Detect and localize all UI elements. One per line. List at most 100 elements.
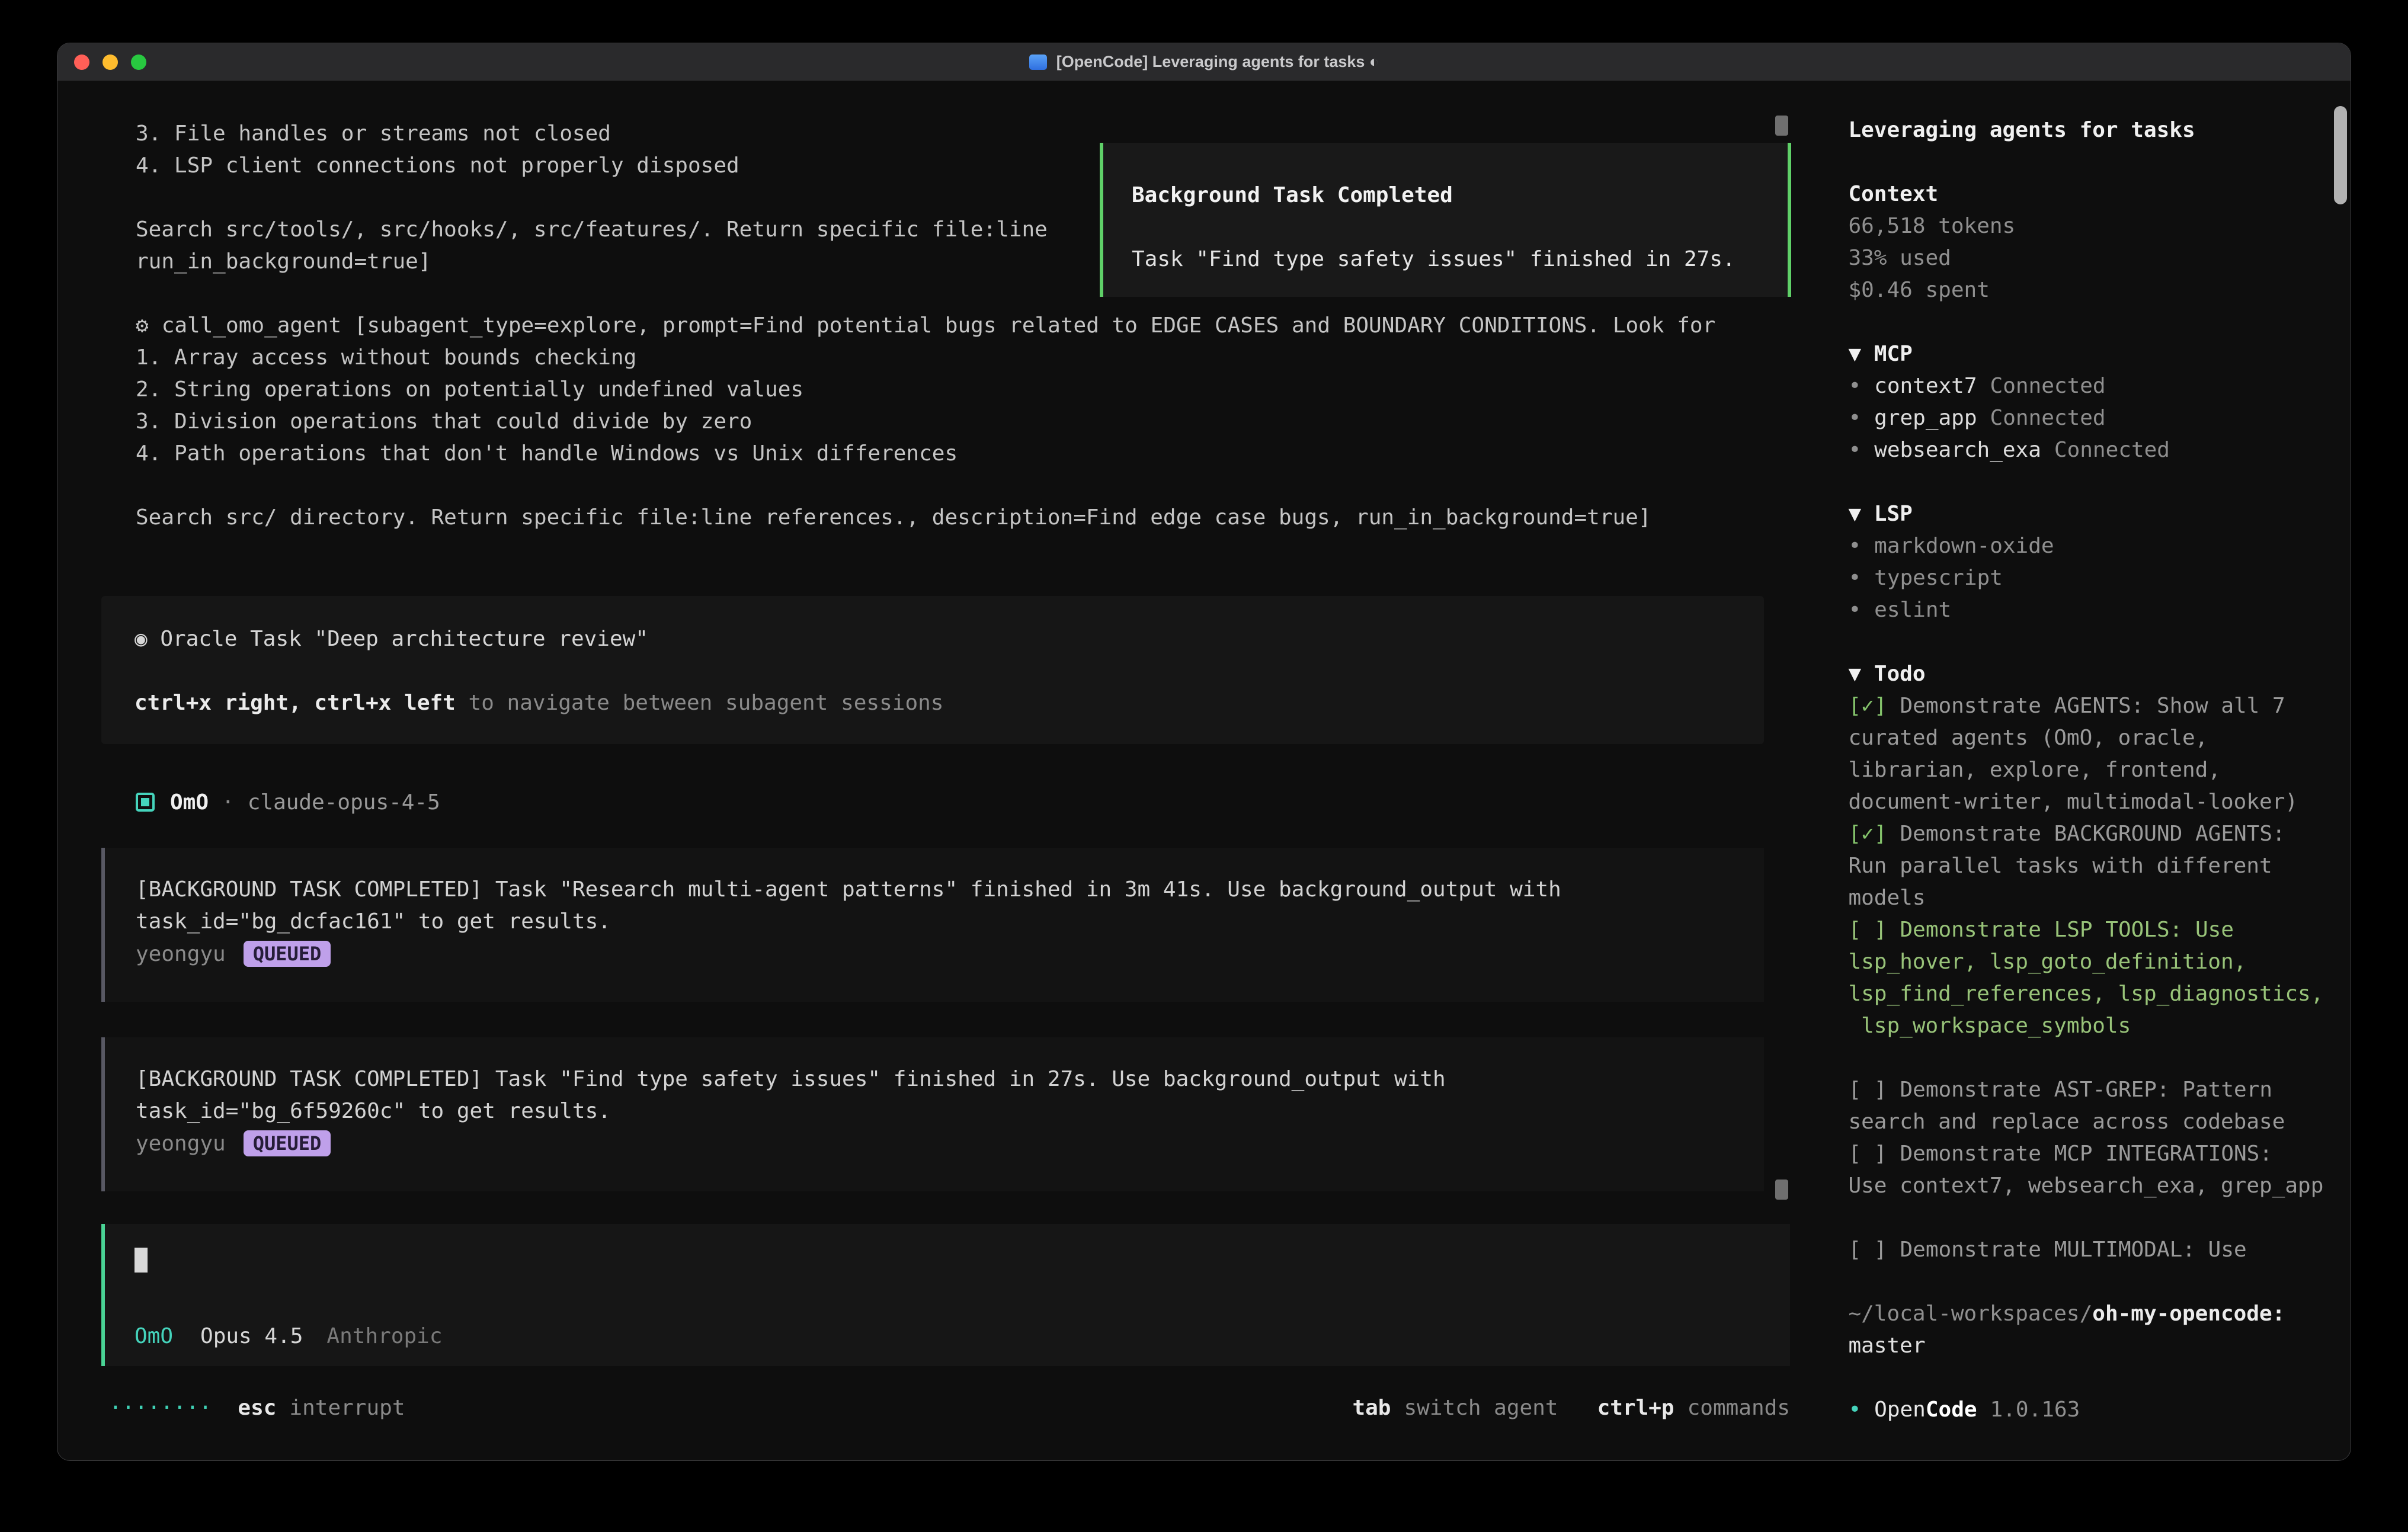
document-icon bbox=[1029, 55, 1047, 70]
statusbar-left: ········ esc interrupt bbox=[109, 1396, 405, 1420]
oracle-title-line: ◉ Oracle Task "Deep architecture review" bbox=[135, 623, 1764, 655]
text-cursor bbox=[135, 1248, 148, 1273]
terminal-main[interactable]: 3. File handles or streams not closed 4.… bbox=[57, 81, 1810, 1461]
todo-checkbox-empty: [ ] bbox=[1848, 1078, 1887, 1102]
oracle-task-panel[interactable]: ◉ Oracle Task "Deep architecture review"… bbox=[101, 596, 1764, 744]
mcp-section-header[interactable]: ▼ MCP bbox=[1848, 338, 2351, 370]
ctrlp-key-hint: ctrl+p bbox=[1597, 1396, 1674, 1420]
git-branch: master bbox=[1848, 1330, 2351, 1362]
spacer-line bbox=[1848, 1042, 2351, 1074]
window-title: [OpenCode] Leveraging agents for tasks ◐ bbox=[1056, 53, 1379, 71]
agent-separator: · bbox=[222, 790, 235, 815]
todo-checkbox-empty: [ ] bbox=[1848, 918, 1887, 942]
message-line: [BACKGROUND TASK COMPLETED] Task "Find t… bbox=[136, 1063, 1764, 1095]
todo-item-wrap: lsp_hover, lsp_goto_definition, bbox=[1848, 946, 2351, 978]
spacer-line bbox=[1848, 1266, 2351, 1298]
todo-item-wrap: document-writer, multimodal-looker) bbox=[1848, 786, 2351, 818]
sidebar: Leveraging agents for tasks Context 66,5… bbox=[1810, 81, 2351, 1461]
statusbar-right: tab switch agent ctrl+p commands bbox=[1352, 1396, 1790, 1420]
context-used: 33% used bbox=[1848, 242, 2351, 274]
bullet-icon: • bbox=[1848, 566, 1861, 590]
agent-header: OmO · claude-opus-4-5 bbox=[136, 786, 440, 818]
bullet-icon: • bbox=[1848, 438, 1861, 462]
spacer-line bbox=[1848, 1362, 2351, 1394]
todo-item: [ ]Demonstrate MULTIMODAL: Use bbox=[1848, 1234, 2351, 1266]
title-wrap: [OpenCode] Leveraging agents for tasks ◐ bbox=[1029, 53, 1379, 71]
hint-keys: ctrl+x right, ctrl+x left bbox=[135, 691, 456, 715]
minimize-button[interactable] bbox=[103, 55, 118, 70]
terminal-line: 4. Path operations that don't handle Win… bbox=[136, 438, 1721, 470]
spacer-line bbox=[136, 470, 1721, 502]
bullet-icon: • bbox=[1848, 534, 1861, 558]
spacer-line bbox=[1848, 626, 2351, 658]
sidebar-scrollbar-thumb[interactable] bbox=[2334, 106, 2347, 204]
hint-text: to navigate between subagent sessions bbox=[456, 691, 944, 715]
bullet-icon: • bbox=[1848, 598, 1861, 622]
esc-key-hint: esc bbox=[238, 1396, 276, 1420]
todo-item-wrap: Run parallel tasks with different bbox=[1848, 850, 2351, 882]
todo-item-wrap: librarian, explore, frontend, bbox=[1848, 754, 2351, 786]
terminal-line: 3. Division operations that could divide… bbox=[136, 406, 1721, 438]
agent-model: claude-opus-4-5 bbox=[248, 790, 440, 815]
brand-open: Open bbox=[1874, 1398, 1926, 1422]
todo-checkbox-empty: [ ] bbox=[1848, 1238, 1887, 1262]
mcp-item: •grep_appConnected bbox=[1848, 402, 2351, 434]
lsp-item: •markdown-oxide bbox=[1848, 530, 2351, 562]
main-scrollbar-thumb-top[interactable] bbox=[1775, 116, 1788, 136]
todo-item: [✓]Demonstrate AGENTS: Show all 7 bbox=[1848, 690, 2351, 722]
spacer-line bbox=[1848, 466, 2351, 498]
message-author: yeongyu bbox=[136, 1132, 226, 1156]
context-spent: $0.46 spent bbox=[1848, 274, 2351, 306]
lsp-section-header[interactable]: ▼ LSP bbox=[1848, 498, 2351, 530]
queued-badge: QUEUED bbox=[244, 941, 331, 967]
message-line: [BACKGROUND TASK COMPLETED] Task "Resear… bbox=[136, 874, 1764, 906]
zoom-button[interactable] bbox=[131, 55, 146, 70]
todo-item: [✓]Demonstrate BACKGROUND AGENTS: bbox=[1848, 818, 2351, 850]
mcp-item: •websearch_exaConnected bbox=[1848, 434, 2351, 466]
context-tokens: 66,518 tokens bbox=[1848, 210, 2351, 242]
todo-item-wrap: curated agents (OmO, oracle, bbox=[1848, 722, 2351, 754]
record-icon: ◉ bbox=[135, 627, 148, 651]
spacer-line bbox=[1848, 1202, 2351, 1234]
spinner-dots: ········ bbox=[109, 1396, 212, 1420]
bullet-icon: • bbox=[1848, 374, 1861, 398]
titlebar[interactable]: [OpenCode] Leveraging agents for tasks ◐ bbox=[57, 43, 2351, 81]
todo-item-wrap: models bbox=[1848, 882, 2351, 914]
traffic-lights bbox=[74, 43, 146, 81]
session-title: Leveraging agents for tasks bbox=[1848, 114, 2351, 146]
todo-checkbox-checked: [✓] bbox=[1848, 822, 1887, 846]
todo-checkbox-empty: [ ] bbox=[1848, 1142, 1887, 1166]
window-content: 3. File handles or streams not closed 4.… bbox=[57, 81, 2351, 1461]
todo-item-wrap: Use context7, websearch_exa, grep_app bbox=[1848, 1170, 2351, 1202]
prompt-input[interactable]: OmO Opus 4.5 Anthropic bbox=[101, 1224, 1790, 1366]
tab-key-label: switch agent bbox=[1404, 1396, 1558, 1420]
todo-item-wrap: lsp_workspace_symbols bbox=[1848, 1010, 2351, 1042]
input-meta: OmO Opus 4.5 Anthropic bbox=[135, 1324, 1790, 1348]
input-agent: OmO bbox=[135, 1324, 173, 1348]
tool-call-line: ⚙call_omo_agent [subagent_type=explore, … bbox=[136, 310, 1721, 342]
todo-item-active: [ ]Demonstrate LSP TOOLS: Use bbox=[1848, 914, 2351, 946]
agent-name: OmO bbox=[170, 790, 209, 815]
todo-item: [ ]Demonstrate MCP INTEGRATIONS: bbox=[1848, 1138, 2351, 1170]
lsp-item: •typescript bbox=[1848, 562, 2351, 594]
terminal-line: 1. Array access without bounds checking bbox=[136, 342, 1721, 374]
omo-agent-icon bbox=[136, 793, 155, 812]
terminal-window: [OpenCode] Leveraging agents for tasks ◐… bbox=[57, 43, 2351, 1461]
toast-body: Task "Find type safety issues" finished … bbox=[1132, 243, 1788, 275]
terminal-line: 2. String operations on potentially unde… bbox=[136, 374, 1721, 406]
mcp-item: •context7Connected bbox=[1848, 370, 2351, 402]
bullet-icon: • bbox=[1848, 1398, 1861, 1422]
oracle-title: Oracle Task "Deep architecture review" bbox=[160, 627, 648, 651]
main-scrollbar-thumb-bottom[interactable] bbox=[1775, 1180, 1788, 1200]
workspace-path: ~/local-workspaces/oh-my-opencode: bbox=[1848, 1298, 2351, 1330]
todo-item: [ ]Demonstrate AST-GREP: Pattern bbox=[1848, 1074, 2351, 1106]
oracle-hint: ctrl+x right, ctrl+x left to navigate be… bbox=[135, 687, 1764, 719]
spacer-line bbox=[1848, 306, 2351, 338]
close-button[interactable] bbox=[74, 55, 89, 70]
message-background-task-2: [BACKGROUND TASK COMPLETED] Task "Find t… bbox=[101, 1037, 1764, 1191]
input-model: Opus 4.5 bbox=[200, 1324, 303, 1348]
todo-section-header[interactable]: ▼ Todo bbox=[1848, 658, 2351, 690]
message-line: task_id="bg_6f59260c" to get results. bbox=[136, 1095, 1764, 1127]
background-task-toast: Background Task Completed Task "Find typ… bbox=[1100, 143, 1791, 297]
esc-key-label: interrupt bbox=[289, 1396, 405, 1420]
